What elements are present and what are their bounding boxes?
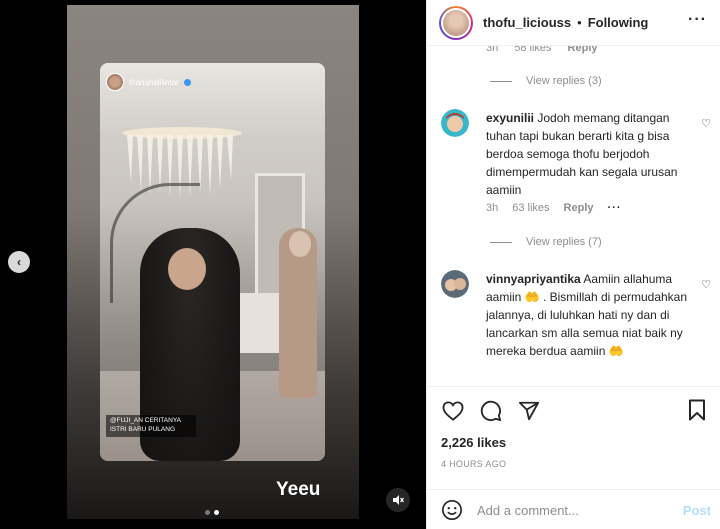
background-person-face [289,231,311,257]
comment-button[interactable] [479,399,503,423]
commenter-username[interactable]: vinnyapriyantika [486,272,581,286]
post-header: thofu_liciouss • Following ··· [427,0,720,46]
emoji-icon[interactable] [441,499,463,521]
verified-icon [183,78,191,86]
chevron-left-icon: ‹ [17,255,21,269]
commenter-avatar[interactable] [441,109,469,137]
reply-button[interactable]: Reply [564,202,594,214]
comment-meta: 3h 63 likes Reply ··· [486,202,622,214]
comment-icon [480,400,502,422]
comment-body: exyunilii Jodoh memang ditangan tuhan ta… [486,109,691,199]
view-replies-button[interactable]: View replies (7) [490,236,602,248]
action-icons [441,399,541,423]
view-replies-label[interactable]: View replies (7) [526,236,602,248]
view-replies-button[interactable]: View replies (3) [490,75,602,87]
comment-time: 3h [486,202,499,214]
mute-button[interactable] [386,488,410,512]
story-username[interactable]: thariqhalilintar [129,78,179,87]
share-button[interactable] [517,399,541,423]
more-options-icon[interactable]: ··· [688,11,707,29]
carousel-dot-active [214,510,219,515]
story-avatar[interactable] [106,73,124,91]
view-replies-label[interactable]: View replies (3) [526,75,602,87]
dancing-person-face [168,248,206,290]
heart-icon [442,401,464,421]
story-caption: Yeeu [276,479,321,500]
partial-comment-meta: 3h 58 likes Reply [486,46,598,54]
media-pane: thariqhalilintar @FUJI_AN CERITANYA ISTR… [0,0,426,529]
divider-line [490,80,512,82]
speaker-muted-icon [393,495,404,505]
comment-options-icon[interactable]: ··· [608,202,622,214]
following-button[interactable]: Following [588,15,649,30]
story-header: thariqhalilintar [106,73,191,91]
comment-likes[interactable]: 63 likes [512,202,549,214]
previous-media-button[interactable]: ‹ [8,251,30,273]
comments-list[interactable]: 3h 58 likes Reply View replies (3) exyun… [427,46,720,386]
comment-likes[interactable]: 58 likes [514,46,551,54]
like-comment-icon[interactable]: ♡ [701,278,711,291]
story-video[interactable]: thariqhalilintar @FUJI_AN CERITANYA ISTR… [67,5,359,519]
add-comment-bar: Post [427,489,720,529]
post-timestamp[interactable]: 4 HOURS AGO [441,459,506,469]
divider-line [490,241,512,243]
like-button[interactable] [441,399,465,423]
like-count[interactable]: 2,226 likes [441,435,506,450]
story-tag-text: @FUJI_AN CERITANYA ISTRI BARU PULANG [106,415,196,437]
author-avatar[interactable] [439,5,473,40]
carousel-dot [205,510,210,515]
bookmark-icon [689,399,705,421]
comment-input[interactable] [477,502,667,518]
author-username[interactable]: thofu_liciouss [483,15,571,30]
paper-plane-icon [518,401,540,421]
inner-video-frame: thariqhalilintar @FUJI_AN CERITANYA ISTR… [100,63,325,461]
save-button[interactable] [687,399,711,423]
comment-time: 3h [486,46,499,54]
post-actions: 2,226 likes 4 HOURS AGO Post [427,386,720,529]
commenter-username[interactable]: exyunilii [486,111,534,125]
reply-button[interactable]: Reply [568,46,598,54]
comment-body: vinnyapriyantika Aamiin allahuma aamiin … [486,270,691,360]
commenter-avatar[interactable] [441,270,469,298]
post-comment-button[interactable]: Post [683,503,711,518]
post-panel: thofu_liciouss • Following ··· 3h 58 lik… [426,0,720,529]
header-separator: • [577,15,582,30]
carousel-indicator [205,510,219,515]
like-comment-icon[interactable]: ♡ [701,117,711,130]
